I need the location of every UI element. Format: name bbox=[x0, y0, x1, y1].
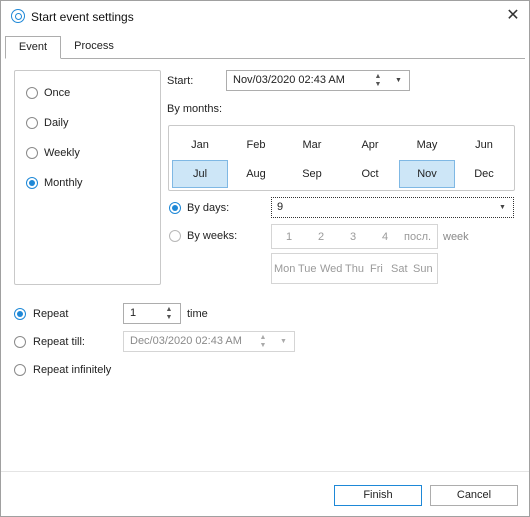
month-oct[interactable]: Oct bbox=[342, 160, 398, 188]
radio-by-days[interactable] bbox=[169, 202, 181, 214]
weekday-tue[interactable]: Tue bbox=[298, 263, 317, 275]
weekday-selector: Mon Tue Wed Thu Fri Sat Sun bbox=[271, 253, 438, 284]
by-months-label: By months: bbox=[167, 103, 223, 115]
by-days-label: By days: bbox=[187, 202, 230, 214]
radio-monthly-label: Monthly bbox=[44, 177, 83, 189]
weekday-sat[interactable]: Sat bbox=[391, 263, 408, 275]
weekday-wed[interactable]: Wed bbox=[320, 263, 342, 275]
window-title: Start event settings bbox=[31, 10, 134, 24]
radio-once-label: Once bbox=[44, 87, 71, 99]
close-button[interactable]: ✕ bbox=[501, 6, 525, 26]
month-jul[interactable]: Jul bbox=[172, 160, 228, 188]
start-label: Start: bbox=[167, 75, 194, 87]
radio-monthly[interactable] bbox=[26, 177, 38, 189]
spin-down-icon[interactable]: ▼ bbox=[373, 81, 383, 88]
title-bar: Start event settings ✕ bbox=[1, 1, 529, 32]
weekday-thu[interactable]: Thu bbox=[345, 263, 364, 275]
repeat-infinitely-label: Repeat infinitely bbox=[33, 364, 112, 376]
month-feb[interactable]: Feb bbox=[228, 131, 284, 159]
week-number-last[interactable]: посл. bbox=[404, 231, 431, 243]
radio-weekly[interactable] bbox=[26, 147, 38, 159]
start-datetime-value: Nov/03/2020 02:43 AM bbox=[233, 74, 345, 86]
month-may[interactable]: May bbox=[399, 131, 455, 159]
cancel-button[interactable]: Cancel bbox=[430, 485, 518, 506]
radio-repeat[interactable] bbox=[14, 308, 26, 320]
repeat-count-value: 1 bbox=[130, 307, 137, 319]
radio-daily[interactable] bbox=[26, 117, 38, 129]
week-number-selector: 1 2 3 4 посл. bbox=[271, 224, 438, 249]
by-days-value: 9 bbox=[277, 201, 284, 213]
repeat-unit-label: time bbox=[187, 308, 208, 320]
by-days-select[interactable]: 9 ▼ bbox=[271, 197, 514, 218]
month-mar[interactable]: Mar bbox=[284, 131, 340, 159]
radio-daily-label: Daily bbox=[44, 117, 69, 129]
start-event-settings-dialog: Start event settings ✕ Event Process Onc… bbox=[0, 0, 530, 517]
finish-button[interactable]: Finish bbox=[334, 485, 422, 506]
month-jun[interactable]: Jun bbox=[456, 131, 512, 159]
radio-repeat-infinitely[interactable] bbox=[14, 364, 26, 376]
weekday-sun[interactable]: Sun bbox=[413, 263, 433, 275]
repeat-till-label: Repeat till: bbox=[33, 336, 85, 348]
chevron-down-icon[interactable]: ▼ bbox=[280, 338, 287, 345]
start-datetime-field[interactable]: Nov/03/2020 02:43 AM ▲ ▼ ▼ bbox=[226, 70, 410, 91]
repeat-count-stepper[interactable]: 1 ▲ ▼ bbox=[123, 303, 181, 324]
spin-down-icon[interactable]: ▼ bbox=[164, 314, 174, 321]
repeat-till-value: Dec/03/2020 02:43 AM bbox=[130, 335, 242, 347]
repeat-label: Repeat bbox=[33, 308, 69, 320]
week-number[interactable]: 4 bbox=[382, 231, 388, 243]
month-sep[interactable]: Sep bbox=[284, 160, 340, 188]
week-number[interactable]: 1 bbox=[286, 231, 292, 243]
week-number[interactable]: 2 bbox=[318, 231, 324, 243]
tab-divider bbox=[5, 58, 525, 59]
radio-weekly-label: Weekly bbox=[44, 147, 80, 159]
weekday-mon[interactable]: Mon bbox=[274, 263, 295, 275]
month-apr[interactable]: Apr bbox=[342, 131, 398, 159]
repeat-till-datetime-field[interactable]: Dec/03/2020 02:43 AM ▲ ▼ ▼ bbox=[123, 331, 295, 352]
footer-divider bbox=[1, 471, 529, 472]
radio-by-weeks[interactable] bbox=[169, 230, 181, 242]
months-grid: Jan Feb Mar Apr May Jun Jul Aug Sep Oct … bbox=[168, 125, 515, 191]
spin-up-icon[interactable]: ▲ bbox=[258, 334, 268, 341]
month-jan[interactable]: Jan bbox=[172, 131, 228, 159]
radio-repeat-till[interactable] bbox=[14, 336, 26, 348]
frequency-group bbox=[14, 70, 161, 285]
by-weeks-label: By weeks: bbox=[187, 230, 238, 242]
chevron-down-icon[interactable]: ▼ bbox=[499, 204, 506, 211]
tab-process[interactable]: Process bbox=[63, 36, 125, 59]
radio-once[interactable] bbox=[26, 87, 38, 99]
week-number[interactable]: 3 bbox=[350, 231, 356, 243]
month-nov[interactable]: Nov bbox=[399, 160, 455, 188]
app-icon bbox=[11, 9, 25, 23]
spin-up-icon[interactable]: ▲ bbox=[373, 73, 383, 80]
month-aug[interactable]: Aug bbox=[228, 160, 284, 188]
month-dec[interactable]: Dec bbox=[456, 160, 512, 188]
tab-event[interactable]: Event bbox=[5, 36, 61, 59]
spin-down-icon[interactable]: ▼ bbox=[258, 342, 268, 349]
chevron-down-icon[interactable]: ▼ bbox=[395, 77, 402, 84]
spin-up-icon[interactable]: ▲ bbox=[164, 306, 174, 313]
weekday-fri[interactable]: Fri bbox=[370, 263, 383, 275]
week-suffix-label: week bbox=[443, 231, 469, 243]
